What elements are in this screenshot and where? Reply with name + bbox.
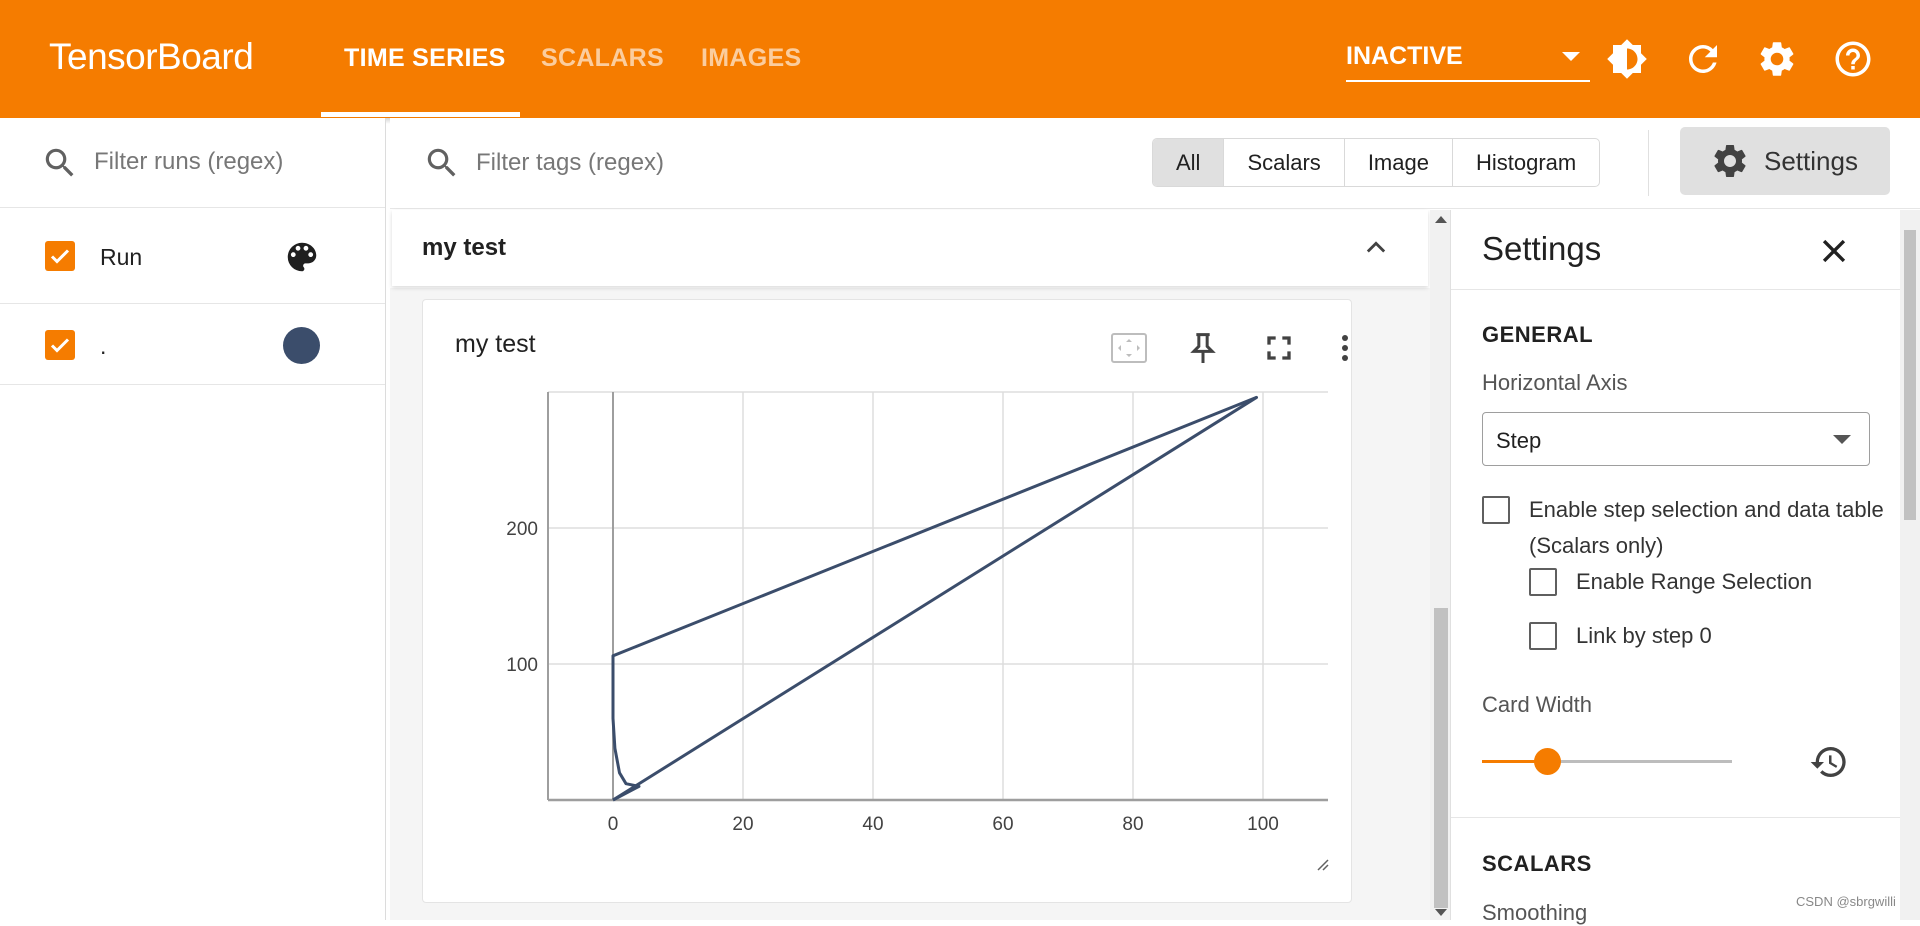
chevron-down-icon xyxy=(1562,52,1580,61)
run-row[interactable]: Run xyxy=(0,209,385,304)
x-tick-label: 80 xyxy=(1122,814,1143,835)
x-tick-label: 60 xyxy=(992,814,1013,835)
settings-button-label: Settings xyxy=(1764,146,1858,176)
reset-icon[interactable] xyxy=(1809,742,1849,782)
smoothing-label: Smoothing xyxy=(1482,900,1588,925)
main-scrollbar[interactable] xyxy=(1430,210,1452,920)
filter-tags-input[interactable]: Filter tags (regex) xyxy=(476,149,664,177)
tab-scalars[interactable]: SCALARS xyxy=(541,44,664,73)
y-tick-label: 100 xyxy=(506,655,538,676)
filter-runs-field[interactable]: Filter runs (regex) xyxy=(0,118,385,208)
link-step-label: Link by step 0 xyxy=(1576,623,1712,648)
filter-scalars[interactable]: Scalars xyxy=(1224,139,1345,186)
top-app-bar: TensorBoard TIME SERIES SCALARS IMAGES I… xyxy=(0,0,1920,118)
horizontal-axis-label: Horizontal Axis xyxy=(1482,370,1628,395)
toolbar-divider xyxy=(1648,130,1649,196)
search-icon xyxy=(427,148,456,177)
fullscreen-icon[interactable] xyxy=(1259,328,1299,368)
gear-icon xyxy=(1714,145,1746,177)
settings-panel-header: Settings xyxy=(1451,210,1903,290)
scroll-up-icon[interactable] xyxy=(1435,216,1447,223)
run-status-select[interactable]: INACTIVE xyxy=(1346,38,1590,82)
settings-panel-title: Settings xyxy=(1482,230,1602,267)
tab-images[interactable]: IMAGES xyxy=(701,44,801,73)
check-icon xyxy=(50,338,70,353)
run-checkbox[interactable] xyxy=(45,330,75,360)
x-tick-label: 40 xyxy=(862,814,883,835)
tag-group-header[interactable]: my test xyxy=(392,210,1428,286)
run-color-swatch[interactable] xyxy=(283,327,320,364)
scalar-card: my test 0 20 40 60 80 100 100 200 xyxy=(422,299,1352,903)
step-selection-checkbox[interactable] xyxy=(1482,496,1510,524)
active-tab-indicator xyxy=(321,112,520,117)
brightness-icon[interactable] xyxy=(1606,38,1648,80)
filter-runs-placeholder: Filter runs (regex) xyxy=(94,148,284,175)
help-icon[interactable] xyxy=(1832,38,1874,80)
filter-image[interactable]: Image xyxy=(1345,139,1453,186)
range-selection-label: Enable Range Selection xyxy=(1576,569,1813,594)
search-icon xyxy=(45,148,74,177)
x-tick-label: 100 xyxy=(1247,814,1279,835)
y-tick-label: 200 xyxy=(506,519,538,540)
refresh-icon[interactable] xyxy=(1682,38,1724,80)
tab-time-series[interactable]: TIME SERIES xyxy=(344,44,506,73)
horizontal-axis-value: Step xyxy=(1496,428,1542,453)
range-selection-checkbox[interactable] xyxy=(1529,568,1557,596)
run-checkbox[interactable] xyxy=(45,241,75,271)
settings-scrollbar-thumb[interactable] xyxy=(1904,230,1916,520)
close-icon[interactable] xyxy=(1817,234,1851,268)
type-filter-toggle: All Scalars Image Histogram xyxy=(1152,138,1601,187)
horizontal-axis-select[interactable]: Step xyxy=(1482,412,1870,466)
link-step-checkbox[interactable] xyxy=(1529,622,1557,650)
card-width-slider-track[interactable] xyxy=(1547,760,1732,763)
settings-divider xyxy=(1451,817,1903,818)
watermark: CSDN @sbrgwilli xyxy=(1796,894,1896,909)
x-tick-label: 0 xyxy=(608,814,619,835)
chevron-up-icon[interactable] xyxy=(1362,234,1390,262)
settings-scrollbar[interactable] xyxy=(1900,210,1920,920)
gear-icon[interactable] xyxy=(1756,38,1798,80)
scalar-chart[interactable]: 0 20 40 60 80 100 100 200 xyxy=(423,380,1351,900)
step-selection-label: Enable step selection and data table xyxy=(1529,497,1884,522)
step-selection-sub: (Scalars only) xyxy=(1529,533,1664,558)
settings-button[interactable]: Settings xyxy=(1680,127,1890,195)
brand-logo[interactable]: TensorBoard xyxy=(49,36,254,78)
more-vert-icon[interactable] xyxy=(1333,328,1357,368)
x-tick-label: 20 xyxy=(732,814,753,835)
chevron-down-icon xyxy=(1833,435,1851,444)
settings-panel: Settings GENERAL Horizontal Axis Step En… xyxy=(1450,210,1903,925)
check-icon xyxy=(50,249,70,264)
card-width-label: Card Width xyxy=(1482,692,1593,717)
filter-tags-bar: Filter tags (regex) All Scalars Image Hi… xyxy=(390,118,1920,209)
scroll-down-icon[interactable] xyxy=(1435,909,1447,916)
resize-handle-icon xyxy=(1317,859,1329,871)
tag-group-title: my test xyxy=(422,234,507,261)
series-line xyxy=(612,396,1258,802)
run-label: Run xyxy=(100,244,143,270)
filter-all[interactable]: All xyxy=(1153,139,1225,186)
scrollbar-thumb[interactable] xyxy=(1434,608,1448,908)
card-width-slider-thumb[interactable] xyxy=(1534,748,1561,775)
run-status-value: INACTIVE xyxy=(1346,42,1463,70)
card-title: my test xyxy=(455,330,536,358)
fit-domain-icon[interactable] xyxy=(1109,328,1149,368)
runs-pane: Filter runs (regex) Run . xyxy=(0,118,386,920)
pin-icon[interactable] xyxy=(1183,328,1223,368)
run-label: . xyxy=(100,333,107,359)
run-row[interactable]: . xyxy=(0,305,385,385)
section-scalars: SCALARS xyxy=(1482,851,1592,876)
filter-histogram[interactable]: Histogram xyxy=(1453,139,1599,186)
section-general: GENERAL xyxy=(1482,322,1594,347)
palette-icon[interactable] xyxy=(283,238,321,276)
